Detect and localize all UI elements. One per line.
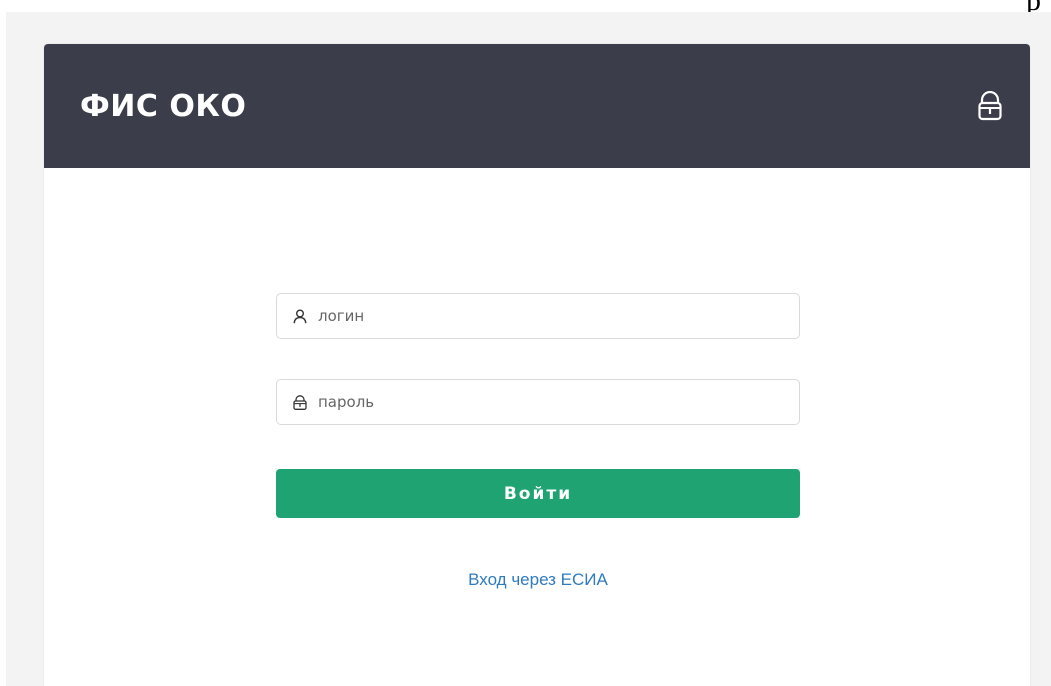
esia-login-link[interactable]: Вход через ЕСИА: [276, 570, 800, 590]
login-input[interactable]: [318, 307, 778, 325]
login-field[interactable]: [276, 293, 800, 339]
login-form: Войти Вход через ЕСИА: [276, 293, 800, 590]
login-card: ФИС ОКО Войти Вход через ЕСИ: [44, 44, 1030, 686]
app-header: ФИС ОКО: [44, 44, 1030, 168]
login-button[interactable]: Войти: [276, 469, 800, 518]
password-field[interactable]: [276, 379, 800, 425]
password-input[interactable]: [318, 393, 778, 411]
user-icon: [293, 309, 307, 323]
app-title: ФИС ОКО: [80, 88, 247, 124]
lock-icon: [293, 394, 307, 410]
lock-icon: [978, 91, 1002, 121]
